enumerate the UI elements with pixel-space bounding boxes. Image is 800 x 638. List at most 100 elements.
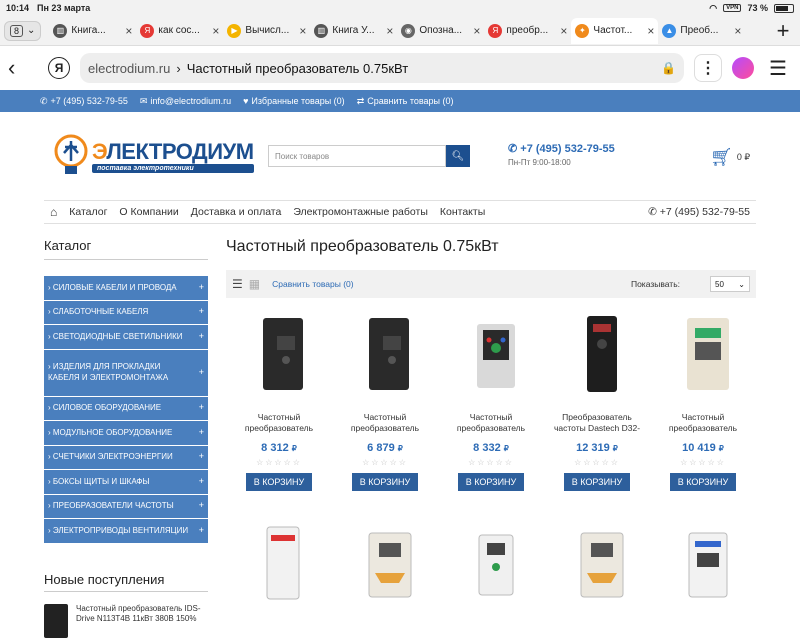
sidebar-category[interactable]: › МОДУЛЬНОЕ ОБОРУДОВАНИЕ + <box>44 421 208 446</box>
topbar-favorites[interactable]: ♥ Избранные товары (0) <box>243 96 345 106</box>
tab-1[interactable]: Якак сос... × <box>136 18 223 44</box>
sidebar-category[interactable]: › ИЗДЕЛИЯ ДЛЯ ПРОКЛАДКИ КАБЕЛЯ И ЭЛЕКТРО… <box>44 349 208 397</box>
add-to-cart-button[interactable]: В КОРЗИНУ <box>669 473 737 491</box>
back-arrow-icon[interactable]: ‹ <box>8 55 38 81</box>
close-icon[interactable]: × <box>212 24 219 38</box>
new-arrival-item[interactable]: Частотный преобразователь IDS-Drive N113… <box>44 603 208 638</box>
sidebar-category[interactable]: › СИЛОВОЕ ОБОРУДОВАНИЕ + <box>44 396 208 421</box>
product-image[interactable] <box>355 314 415 394</box>
more-options-button[interactable]: ⋮ <box>694 54 722 82</box>
plus-icon[interactable]: + <box>199 476 204 488</box>
add-to-cart-button[interactable]: В КОРЗИНУ <box>457 473 525 491</box>
plus-icon[interactable]: + <box>199 525 204 537</box>
tab-4[interactable]: ◉ Опозна... × <box>397 18 484 44</box>
battery-percent: 73 % <box>747 3 768 13</box>
list-view-icon[interactable]: ☰ <box>232 277 243 291</box>
product-image[interactable] <box>673 314 733 394</box>
plus-icon[interactable]: + <box>199 500 204 512</box>
grid-view-icon[interactable]: ▦ <box>249 277 260 291</box>
tab-7[interactable]: ▲ Преоб... × <box>658 18 745 44</box>
nav-phone[interactable]: ✆ +7 (495) 532-79-55 <box>648 206 756 218</box>
rating-stars[interactable]: ☆☆☆☆☆ <box>256 458 302 467</box>
nav-item[interactable]: О Компании <box>119 206 178 218</box>
sidebar-category-label: › СИЛОВЫЕ КАБЕЛИ И ПРОВОДА <box>48 282 177 292</box>
product-image[interactable] <box>355 523 415 598</box>
header-phone[interactable]: ✆ +7 (495) 532-79-55 <box>508 142 615 155</box>
tab-5[interactable]: Япреобр... × <box>484 18 571 44</box>
product-image[interactable] <box>567 523 627 598</box>
tab-0[interactable]: ▥ Книга... × <box>49 18 136 44</box>
rating-stars[interactable]: ☆☆☆☆☆ <box>468 458 514 467</box>
add-to-cart-button[interactable]: В КОРЗИНУ <box>563 473 631 491</box>
plus-icon[interactable]: + <box>199 427 204 439</box>
plus-icon[interactable]: + <box>199 331 204 343</box>
rating-stars[interactable]: ☆☆☆☆☆ <box>362 458 408 467</box>
plus-icon[interactable]: + <box>199 306 204 318</box>
product-image[interactable] <box>249 314 309 394</box>
home-icon[interactable]: ⌂ <box>50 205 57 219</box>
new-tab-button[interactable]: + <box>770 18 796 44</box>
rating-stars[interactable]: ☆☆☆☆☆ <box>680 458 726 467</box>
alice-assistant-icon[interactable] <box>732 57 754 79</box>
nav-item[interactable]: Электромонтажные работы <box>293 206 428 218</box>
add-to-cart-button[interactable]: В КОРЗИНУ <box>245 473 313 491</box>
product-image[interactable] <box>461 523 521 596</box>
tab-2[interactable]: ▶ Вычисл... × <box>223 18 310 44</box>
sidebar-category[interactable]: › СВЕТОДИОДНЫЕ СВЕТИЛЬНИКИ + <box>44 325 208 350</box>
close-icon[interactable]: × <box>560 24 567 38</box>
add-to-cart-button[interactable]: В КОРЗИНУ <box>351 473 419 491</box>
nav-item[interactable]: Каталог <box>69 206 107 218</box>
sidebar-category[interactable]: › СИЛОВЫЕ КАБЕЛИ И ПРОВОДА + <box>44 276 208 301</box>
plus-icon[interactable]: + <box>199 402 204 414</box>
close-icon[interactable]: × <box>473 24 480 38</box>
product-name[interactable]: Частотный преобразователь <box>653 412 753 436</box>
plus-icon[interactable]: + <box>199 367 204 379</box>
topbar-phone[interactable]: ✆ +7 (495) 532-79-55 <box>40 96 128 107</box>
product-image[interactable] <box>461 314 521 394</box>
status-time: 10:14 <box>6 3 30 13</box>
close-icon[interactable]: × <box>386 24 393 38</box>
sidebar-category[interactable]: › БОКСЫ ЩИТЫ И ШКАФЫ + <box>44 470 208 495</box>
product-image[interactable] <box>567 314 627 394</box>
tab-count-button[interactable]: 8 ⌄ <box>4 20 42 41</box>
site-logo[interactable]: ЭЛЕКТРОДИУМ поставка электротехники <box>52 133 254 179</box>
product-price: 8 332 ₽ <box>473 442 509 454</box>
sidebar-category[interactable]: › СЛАБОТОЧНЫЕ КАБЕЛЯ + <box>44 300 208 325</box>
product-name[interactable]: Частотный преобразователь <box>441 412 541 436</box>
tab-6[interactable]: ✦ Частот... × <box>571 17 659 44</box>
nav-item[interactable]: Контакты <box>440 206 485 218</box>
product-image[interactable] <box>673 523 733 598</box>
close-icon[interactable]: × <box>734 24 741 38</box>
address-bar[interactable]: electrodium.ru › Частотный преобразовате… <box>80 53 684 83</box>
sidebar-category[interactable]: › СЧЕТЧИКИ ЭЛЕКТРОЭНЕРГИИ + <box>44 445 208 470</box>
sidebar-category[interactable]: › ЭЛЕКТРОПРИВОДЫ ВЕНТИЛЯЦИИ + <box>44 519 208 544</box>
product-name[interactable]: Преобразователь частоты Dastech D32- <box>547 412 647 436</box>
plus-icon[interactable]: + <box>199 282 204 294</box>
nav-items: Каталог О Компании Доставка и оплата Электр… <box>69 206 485 218</box>
phone-icon: ✆ <box>648 206 660 218</box>
close-icon[interactable]: × <box>299 24 306 38</box>
per-page-select[interactable]: 50 ⌄ <box>710 276 750 292</box>
product-name[interactable]: Частотный преобразователь <box>335 412 435 436</box>
product-image[interactable] <box>249 523 309 600</box>
eye-icon: ◉ <box>401 23 416 38</box>
sidebar-category-label: › СВЕТОДИОДНЫЕ СВЕТИЛЬНИКИ <box>48 331 183 341</box>
nav-item[interactable]: Доставка и оплата <box>191 206 282 218</box>
menu-icon[interactable]: ☰ <box>764 56 792 81</box>
product-name[interactable]: Частотный преобразователь <box>229 412 329 436</box>
close-icon[interactable]: × <box>125 24 132 38</box>
search-button[interactable]: 🔍︎ <box>446 145 470 167</box>
compare-link[interactable]: Сравнить товары (0) <box>272 279 354 289</box>
close-icon[interactable]: × <box>647 24 654 38</box>
yandex-button[interactable]: Я <box>48 57 70 79</box>
tab-3[interactable]: ▥ Книга У... × <box>310 18 397 44</box>
cart-button[interactable]: 🛒︎ 0 ₽ <box>710 147 750 168</box>
sidebar-category[interactable]: › ПРЕОБРАЗОВАТЕЛИ ЧАСТОТЫ + <box>44 494 208 519</box>
phone-icon: ✆ <box>508 143 521 155</box>
rating-stars[interactable]: ☆☆☆☆☆ <box>574 458 620 467</box>
search-input[interactable]: Поиск товаров <box>268 145 446 167</box>
sidebar-category-label: › СЧЕТЧИКИ ЭЛЕКТРОЭНЕРГИИ <box>48 452 173 462</box>
topbar-compare[interactable]: ⇄ Сравнить товары (0) <box>357 96 454 107</box>
plus-icon[interactable]: + <box>199 451 204 463</box>
topbar-email[interactable]: ✉ info@electrodium.ru <box>140 96 231 107</box>
